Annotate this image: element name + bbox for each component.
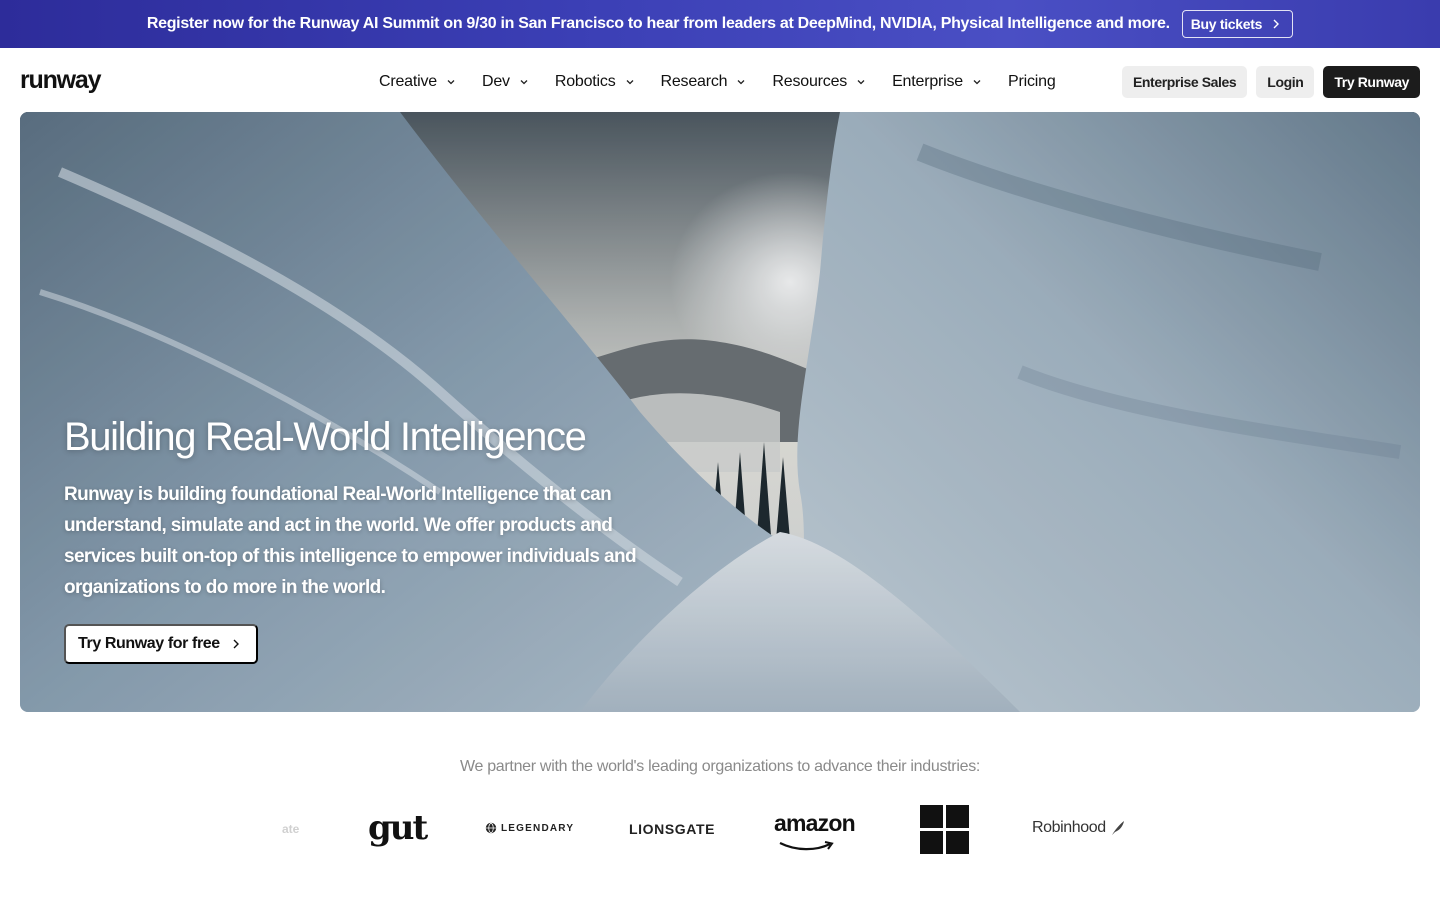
- menu-item-label: Resources: [772, 73, 848, 90]
- partner-logo-faded: ate: [282, 822, 300, 836]
- menu-item-pricing[interactable]: Pricing: [1008, 68, 1056, 96]
- login-button[interactable]: Login: [1256, 66, 1315, 98]
- menu-item-dev[interactable]: Dev: [482, 68, 529, 96]
- chevron-down-icon: [447, 80, 455, 85]
- menu-item-robotics[interactable]: Robotics: [555, 68, 635, 96]
- partner-logo-lionsgate: LIONSGATE: [629, 821, 716, 837]
- menu-item-label: Pricing: [1008, 73, 1056, 90]
- robinhood-feather-icon: [1111, 821, 1124, 835]
- cta-label: Try Runway for free: [78, 635, 220, 652]
- menu-item-label: Research: [660, 73, 728, 90]
- menu-item-label: Dev: [481, 73, 510, 90]
- chevron-down-icon: [737, 80, 745, 85]
- legendary-wordmark: LEGENDARY: [501, 822, 575, 834]
- top-nav: runway Creative Dev Robotics Research Re…: [0, 48, 1440, 112]
- hero-content: Building Real-World Intelligence Runway …: [64, 412, 664, 603]
- chevron-down-icon: [973, 80, 981, 85]
- buy-tickets-label: Buy tickets: [1190, 16, 1263, 32]
- menu-item-label: Robotics: [554, 73, 616, 90]
- partner-logo-robinhood: Robinhood: [1032, 819, 1126, 837]
- robinhood-wordmark: Robinhood: [1032, 819, 1106, 836]
- announcement-banner: Register now for the Runway AI Summit on…: [0, 0, 1440, 48]
- partners-heading: We partner with the world's leading orga…: [459, 758, 981, 775]
- menu-item-resources[interactable]: Resources: [772, 68, 866, 96]
- legendary-globe-icon: [485, 822, 497, 834]
- chevron-right-icon: [233, 639, 239, 649]
- menu-item-enterprise[interactable]: Enterprise: [892, 68, 982, 96]
- banner-text: Register now for the Runway AI Summit on…: [146, 15, 1170, 32]
- amazon-wordmark: amazon: [774, 810, 856, 836]
- runway-logo[interactable]: runway: [20, 66, 102, 95]
- try-runway-button[interactable]: Try Runway: [1323, 66, 1420, 98]
- main-menu: Creative Dev Robotics Research Resources…: [379, 68, 1056, 96]
- hero-title: Building Real-World Intelligence: [64, 415, 587, 459]
- partner-logo-legendary: LEGENDARY: [485, 822, 574, 834]
- amazon-smile-icon: [779, 841, 834, 851]
- partner-logo-amazon: amazon: [774, 810, 856, 851]
- try-runway-free-button[interactable]: Try Runway for free: [64, 624, 258, 664]
- menu-item-research[interactable]: Research: [661, 68, 747, 96]
- menu-item-label: Creative: [379, 73, 437, 90]
- chevron-right-icon: [1273, 19, 1280, 29]
- hero-description: Runway is building foundational Real-Wor…: [64, 484, 637, 598]
- chevron-down-icon: [857, 80, 865, 85]
- partner-logo-gut: gut: [368, 808, 428, 848]
- chevron-down-icon: [626, 80, 633, 85]
- windows-logo-icon: [920, 805, 969, 854]
- menu-item-creative[interactable]: Creative: [379, 68, 456, 96]
- chevron-down-icon: [520, 80, 528, 85]
- hero-section: Building Real-World Intelligence Runway …: [20, 112, 1420, 712]
- menu-item-label: Enterprise: [892, 73, 964, 90]
- enterprise-sales-button[interactable]: Enterprise Sales: [1121, 66, 1248, 98]
- buy-tickets-button[interactable]: Buy tickets: [1181, 10, 1294, 38]
- nav-actions: Enterprise Sales Login Try Runway: [1121, 66, 1420, 98]
- partner-logos: ate gut LEGENDARY LIONSGATE amazon Robin…: [0, 800, 1440, 860]
